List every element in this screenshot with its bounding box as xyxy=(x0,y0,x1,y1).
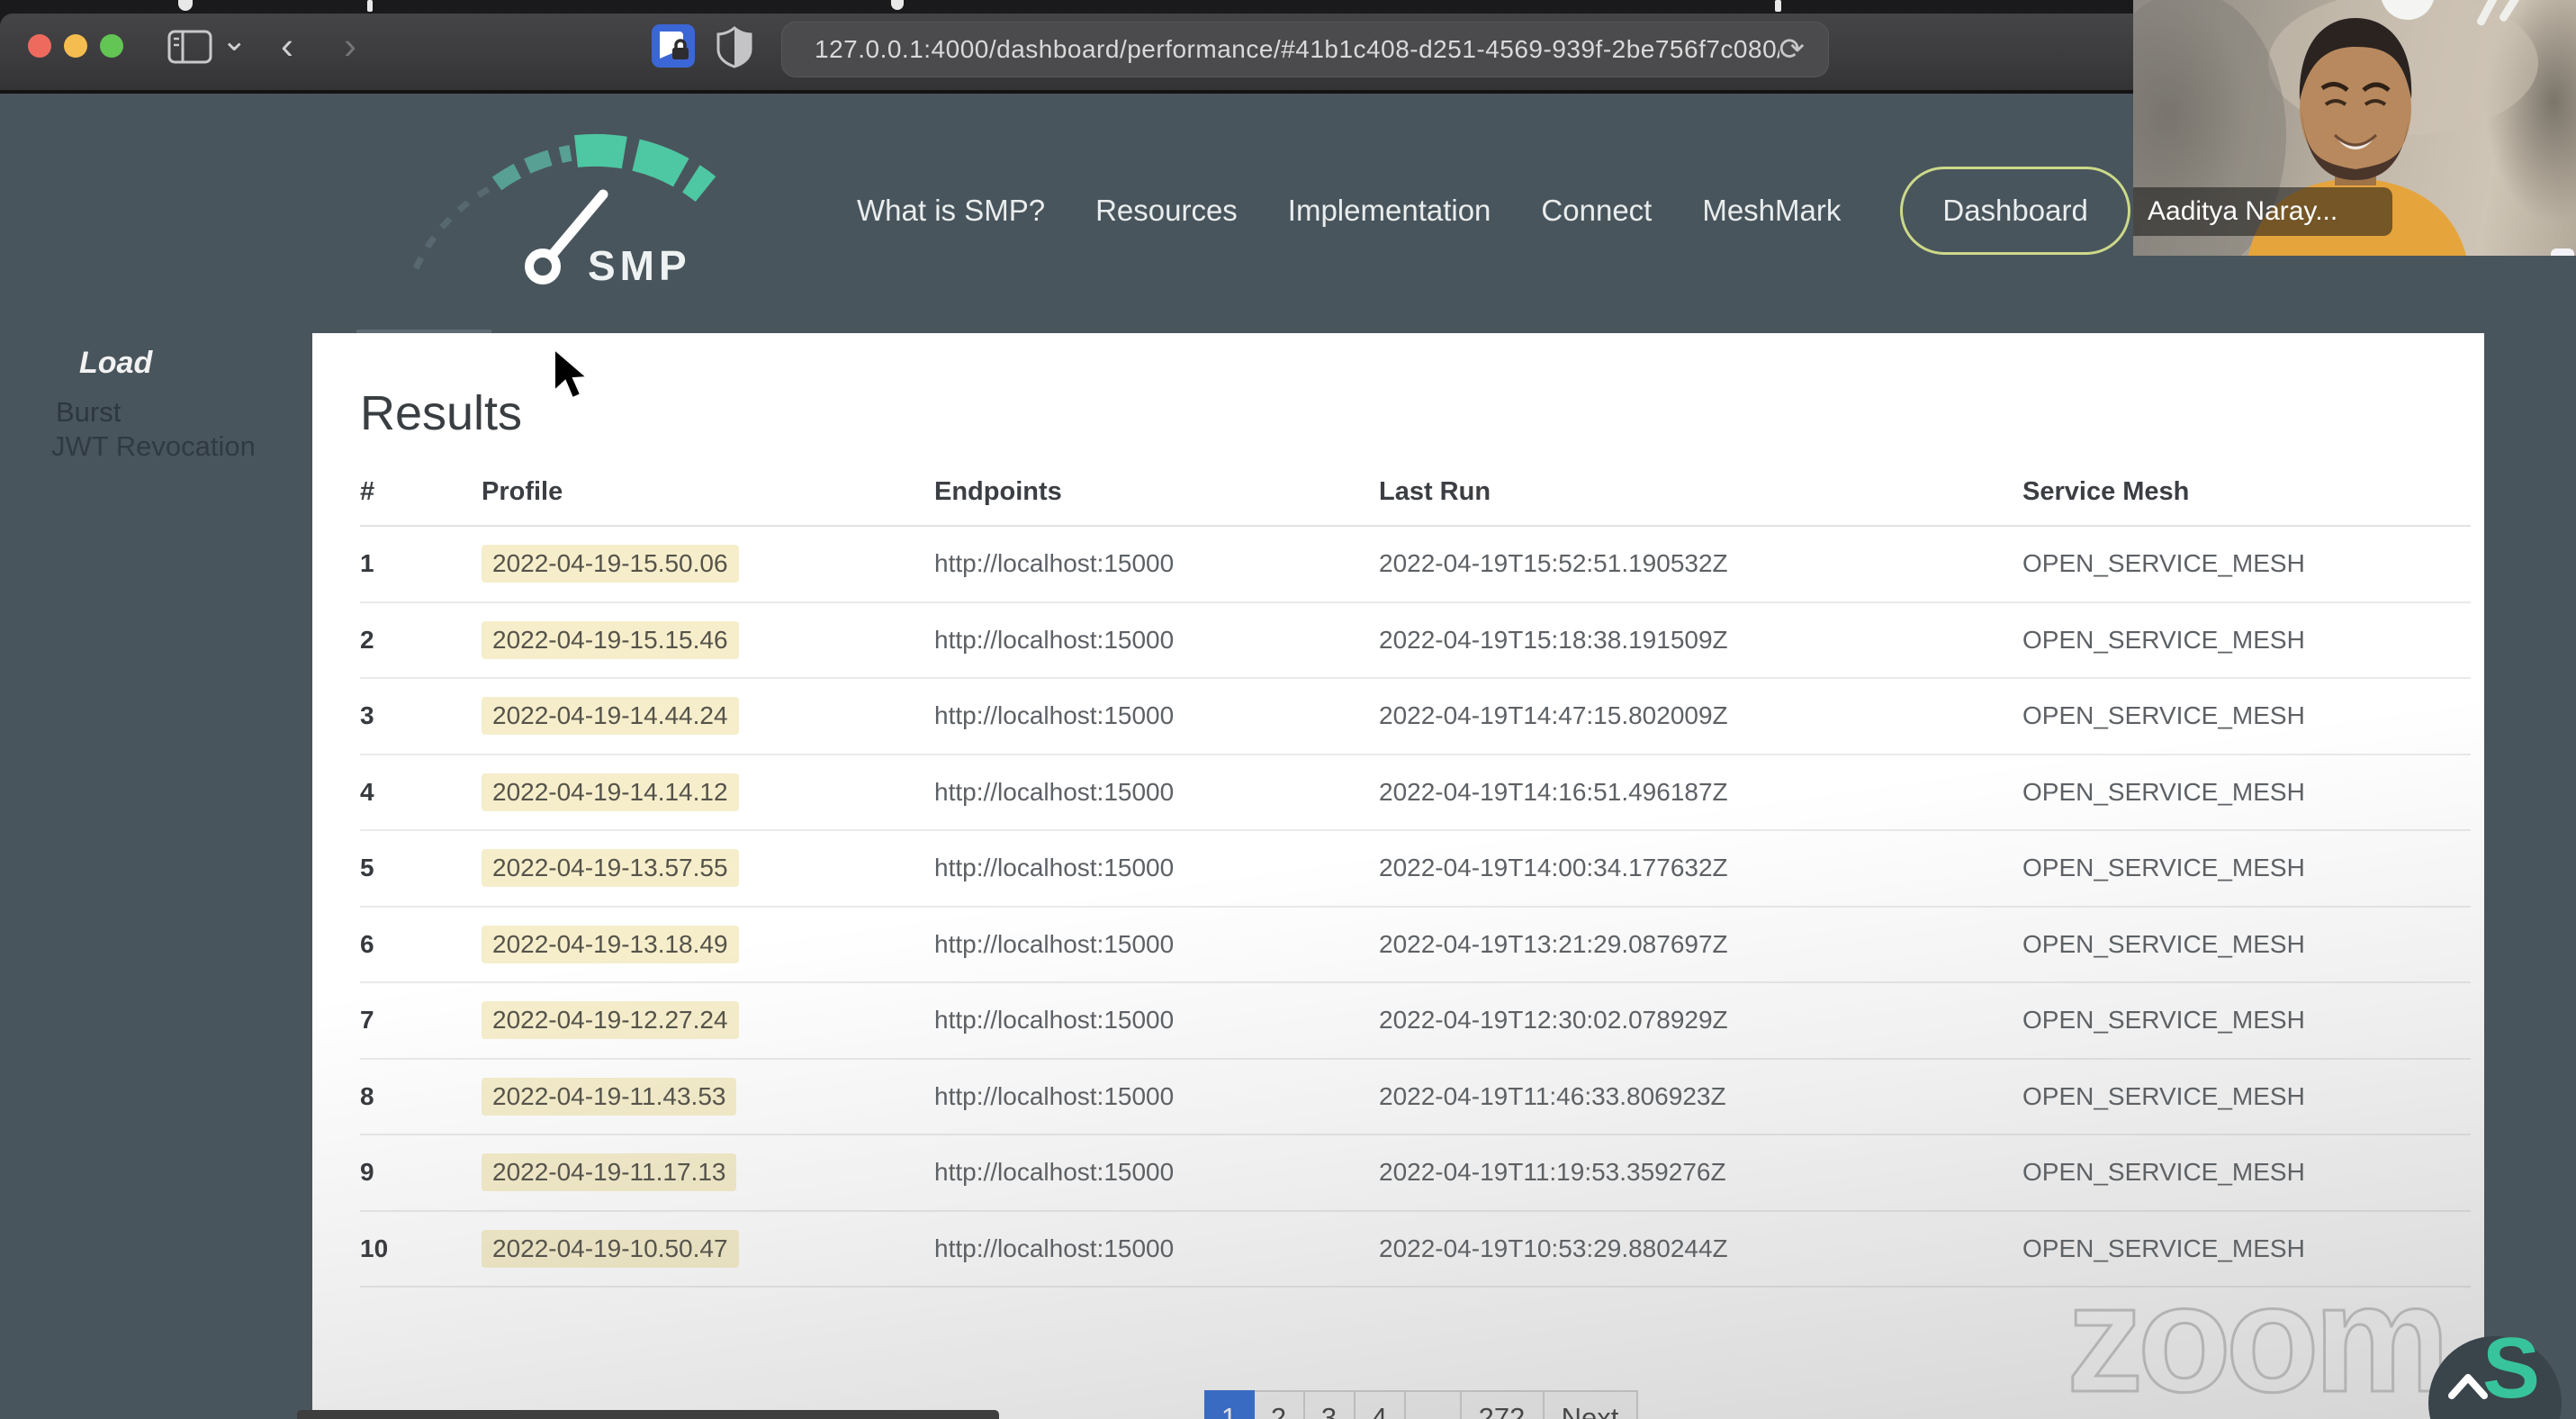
profile-highlight[interactable]: 2022-04-19-14.44.24 xyxy=(482,697,739,736)
forward-icon[interactable]: › xyxy=(344,27,356,65)
extension-lock-icon[interactable] xyxy=(652,24,695,68)
sidebar-item-jwt-revocation[interactable]: JWT Revocation xyxy=(51,430,256,463)
url-text: 127.0.0.1:4000/dashboard/performance/#41… xyxy=(815,35,1779,63)
table-row[interactable]: 3 2022-04-19-14.44.24 http://localhost:1… xyxy=(360,679,2471,755)
overlay-logo-s: S xyxy=(2482,1320,2541,1416)
sidebar-item-burst[interactable]: Burst xyxy=(56,396,121,429)
column-header-profile: Profile xyxy=(482,477,563,506)
page-button-ellipsis[interactable]: … xyxy=(1403,1390,1462,1419)
table-row[interactable]: 9 2022-04-19-11.17.13 http://localhost:1… xyxy=(360,1135,2471,1212)
results-title: Results xyxy=(360,386,523,440)
close-window-button[interactable] xyxy=(28,34,51,58)
profile-highlight[interactable]: 2022-04-19-12.27.24 xyxy=(482,1001,739,1040)
privacy-shield-icon[interactable] xyxy=(715,25,754,68)
nav-item-meshmark[interactable]: MeshMark xyxy=(1702,194,1841,228)
column-header-num: # xyxy=(360,477,375,506)
webcam-corner-artifact xyxy=(2551,249,2574,256)
nav-item-implementation[interactable]: Implementation xyxy=(1288,194,1491,228)
address-bar[interactable]: 127.0.0.1:4000/dashboard/performance/#41… xyxy=(781,22,1829,77)
title-fragment xyxy=(891,0,904,10)
chevron-down-icon[interactable]: ⌄ xyxy=(221,22,248,59)
nav-item-connect[interactable]: Connect xyxy=(1541,194,1652,228)
table-row[interactable]: 6 2022-04-19-13.18.49 http://localhost:1… xyxy=(360,908,2471,983)
minimize-window-button[interactable] xyxy=(64,34,87,58)
profile-highlight[interactable]: 2022-04-19-15.15.46 xyxy=(482,620,739,659)
page-button-4[interactable]: 4 xyxy=(1353,1390,1406,1419)
page-button-2[interactable]: 2 xyxy=(1252,1390,1305,1419)
sidebar-item-load[interactable]: Load xyxy=(79,346,152,381)
column-header-endpoints: Endpoints xyxy=(934,477,1062,506)
table-header-row: # Profile Endpoints Last Run Service Mes… xyxy=(360,459,2471,527)
profile-highlight[interactable]: 2022-04-19-13.18.49 xyxy=(482,925,739,963)
table-row[interactable]: 4 2022-04-19-14.14.12 http://localhost:1… xyxy=(360,755,2471,831)
page-button-3[interactable]: 3 xyxy=(1302,1390,1356,1419)
column-header-last-run: Last Run xyxy=(1379,477,1491,506)
profile-highlight[interactable]: 2022-04-19-14.14.12 xyxy=(482,773,739,811)
table-row[interactable]: 2 2022-04-19-15.15.46 http://localhost:1… xyxy=(360,603,2471,679)
title-fragment xyxy=(178,0,193,11)
zoom-watermark: zoom xyxy=(2066,1253,2452,1419)
profile-highlight[interactable]: 2022-04-19-10.50.47 xyxy=(482,1229,739,1268)
title-fragment xyxy=(367,0,373,12)
nav-item-resources[interactable]: Resources xyxy=(1095,194,1238,228)
svg-text:SMP: SMP xyxy=(588,242,691,289)
table-row[interactable]: 5 2022-04-19-13.57.55 http://localhost:1… xyxy=(360,831,2471,908)
page-button-272[interactable]: 272 xyxy=(1459,1390,1545,1419)
title-fragment xyxy=(1775,0,1781,12)
table-row[interactable]: 1 2022-04-19-15.50.06 http://localhost:1… xyxy=(360,527,2471,603)
participant-name-bar: Aaditya Naray... xyxy=(2133,187,2392,236)
nav-item-what-is-smp[interactable]: What is SMP? xyxy=(857,194,1045,228)
profile-highlight[interactable]: 2022-04-19-15.50.06 xyxy=(482,545,739,583)
results-table: # Profile Endpoints Last Run Service Mes… xyxy=(360,459,2471,1288)
participant-name: Aaditya Naray... xyxy=(2148,196,2338,226)
table-row[interactable]: 8 2022-04-19-11.43.53 http://localhost:1… xyxy=(360,1060,2471,1135)
profile-highlight[interactable]: 2022-04-19-11.43.53 xyxy=(482,1077,737,1116)
mouse-cursor xyxy=(554,348,590,400)
next-page-button[interactable]: Next xyxy=(1542,1390,1638,1419)
profile-highlight[interactable]: 2022-04-19-11.17.13 xyxy=(482,1153,737,1192)
profile-highlight[interactable]: 2022-04-19-13.57.55 xyxy=(482,849,739,888)
sidebar-toggle-icon[interactable] xyxy=(167,30,212,64)
page-button-1[interactable]: 1 xyxy=(1203,1390,1255,1419)
reload-icon[interactable]: ⟳ xyxy=(1779,34,1806,65)
zoom-window-button[interactable] xyxy=(100,34,123,58)
back-icon[interactable]: ‹ xyxy=(281,27,293,65)
column-header-service-mesh: Service Mesh xyxy=(2022,477,2190,506)
nav-item-dashboard-active[interactable]: Dashboard xyxy=(1900,167,2130,255)
site-nav: What is SMP? Resources Implementation Co… xyxy=(857,166,2130,256)
smp-logo[interactable]: SMP xyxy=(403,131,763,298)
table-row[interactable]: 7 2022-04-19-12.27.24 http://localhost:1… xyxy=(360,983,2471,1060)
webcam-video: Aaditya Naray... xyxy=(2133,0,2576,256)
horizontal-scrollbar-thumb[interactable] xyxy=(297,1410,999,1419)
